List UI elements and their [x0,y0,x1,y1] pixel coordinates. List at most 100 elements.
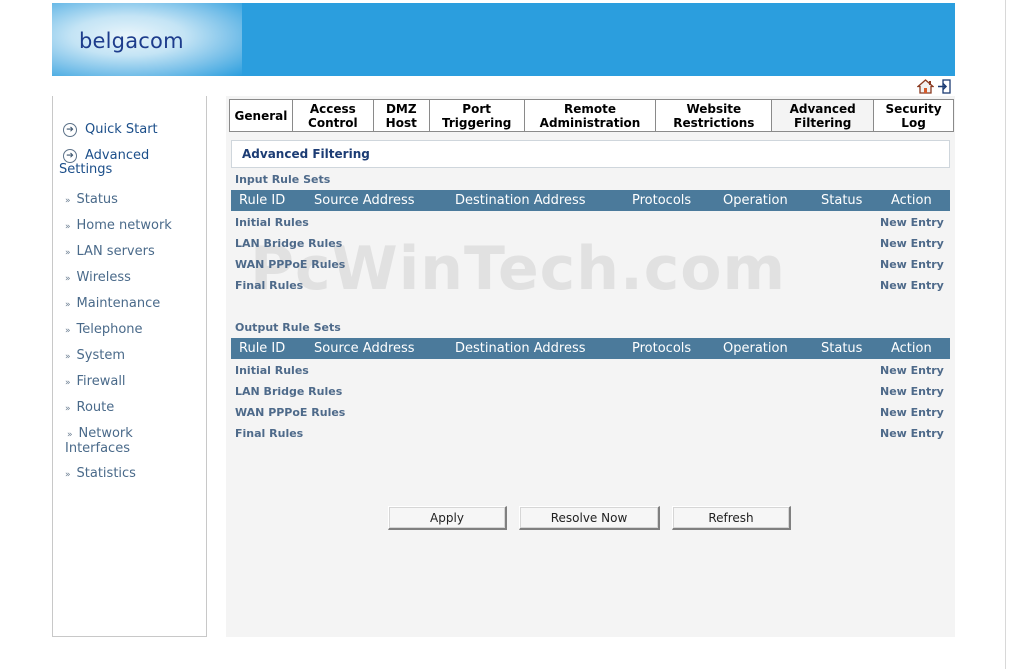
content-area [226,96,955,637]
sidebar-item-system[interactable]: » System [65,349,125,364]
sidebar-item-label: LAN servers [76,244,155,259]
tab-advanced-filtering[interactable]: Advanced Filtering [772,100,875,131]
sidebar-item-home-network[interactable]: » Home network [65,219,172,234]
sidebar-item-label: Statistics [76,466,136,481]
nav-quick-start[interactable]: ➔ Quick Start [63,122,158,137]
tab-remote-administration[interactable]: Remote Administration [525,100,657,131]
input-new-entry-initial[interactable]: New Entry [880,216,944,229]
sidebar-item-status[interactable]: » Status [65,193,118,208]
arrow-circle-icon: ➔ [63,149,77,163]
col-protocols: Protocols [632,193,692,208]
tab-label: Control [308,115,358,130]
chevron-right-icon: » [67,430,73,440]
tab-bar: General Access Control DMZ Host Port Trigge… [229,99,954,132]
input-new-entry-final[interactable]: New Entry [880,279,944,292]
col-action: Action [891,193,932,208]
arrow-circle-icon: ➔ [63,123,77,137]
chevron-right-icon: » [65,326,71,336]
tab-label: Security [885,101,942,116]
tab-label: Administration [539,115,641,130]
col-action: Action [891,341,932,356]
input-rule-final[interactable]: Final Rules [235,279,303,292]
input-rule-lan-bridge[interactable]: LAN Bridge Rules [235,237,342,250]
col-rule-id: Rule ID [239,341,286,356]
section-header: Advanced Filtering [231,140,950,168]
output-new-entry-initial[interactable]: New Entry [880,364,944,377]
tab-website-restrictions[interactable]: Website Restrictions [656,100,773,131]
col-rule-id: Rule ID [239,193,286,208]
input-rule-initial[interactable]: Initial Rules [235,216,309,229]
col-destination-address: Destination Address [455,193,586,208]
output-rule-sets-title: Output Rule Sets [235,321,341,334]
tab-dmz-host[interactable]: DMZ Host [374,100,430,131]
scrollbar[interactable] [1005,0,1022,669]
tab-label: Log [901,115,926,130]
col-protocols: Protocols [632,341,692,356]
output-new-entry-final[interactable]: New Entry [880,427,944,440]
chevron-right-icon: » [65,378,71,388]
tab-port-triggering[interactable]: Port Triggering [430,100,525,131]
brand-logo: belgacom [79,29,184,53]
tab-access-control[interactable]: Access Control [293,100,374,131]
sidebar-item-route[interactable]: » Route [65,401,114,416]
sidebar-item-firewall[interactable]: » Firewall [65,375,126,390]
sidebar-item-label: System [76,348,125,363]
chevron-right-icon: » [65,352,71,362]
tab-label: Advanced [789,101,856,116]
chevron-right-icon: » [65,274,71,284]
resolve-now-button[interactable]: Resolve Now [519,506,660,530]
chevron-right-icon: » [65,470,71,480]
sidebar-item-label: Home network [76,218,172,233]
col-destination-address: Destination Address [455,341,586,356]
output-rule-lan-bridge[interactable]: LAN Bridge Rules [235,385,342,398]
tab-security-log[interactable]: Security Log [874,100,953,131]
input-rules-header: Rule ID Source Address Destination Addre… [231,190,950,211]
sidebar-item-label: Maintenance [76,296,161,311]
output-new-entry-lan-bridge[interactable]: New Entry [880,385,944,398]
input-rule-wan-pppoe[interactable]: WAN PPPoE Rules [235,258,345,271]
input-new-entry-lan-bridge[interactable]: New Entry [880,237,944,250]
sidebar-item-network-interfaces[interactable]: » Network Interfaces [65,427,155,456]
sidebar-item-statistics[interactable]: » Statistics [65,467,136,482]
sidebar-item-label: Wireless [76,270,131,285]
nav-quick-start-label: Quick Start [85,122,158,137]
input-rule-sets-title: Input Rule Sets [235,173,331,186]
tab-label: Remote [563,101,616,116]
page-title: Advanced Filtering [242,147,370,161]
output-rule-final[interactable]: Final Rules [235,427,303,440]
tab-label: Triggering [441,115,512,130]
sidebar: ➔ Quick Start ➔ Advanced Settings » Status … [52,96,207,637]
sidebar-item-maintenance[interactable]: » Maintenance [65,297,160,312]
sidebar-item-label: Network Interfaces [65,426,133,456]
tab-label: Restrictions [673,115,755,130]
chevron-right-icon: » [65,404,71,414]
header-banner: belgacom [52,3,955,76]
tab-general[interactable]: General [230,100,293,131]
output-new-entry-wan-pppoe[interactable]: New Entry [880,406,944,419]
tab-label: Website [686,101,742,116]
col-operation: Operation [723,193,788,208]
col-source-address: Source Address [314,193,415,208]
sidebar-item-wireless[interactable]: » Wireless [65,271,131,286]
tab-label: General [234,108,288,123]
sidebar-item-label: Firewall [76,374,126,389]
tab-label: Access [309,101,356,116]
sidebar-item-label: Route [76,400,115,415]
sidebar-item-lan-servers[interactable]: » LAN servers [65,245,155,260]
output-rule-initial[interactable]: Initial Rules [235,364,309,377]
input-new-entry-wan-pppoe[interactable]: New Entry [880,258,944,271]
chevron-right-icon: » [65,222,71,232]
sidebar-item-label: Status [76,192,118,207]
chevron-right-icon: » [65,196,71,206]
nav-advanced-settings[interactable]: ➔ Advanced Settings [59,149,179,177]
chevron-right-icon: » [65,248,71,258]
tab-label: Filtering [793,115,852,130]
chevron-right-icon: » [65,300,71,310]
tab-label: DMZ [385,101,417,116]
top-icons [916,79,953,95]
sidebar-item-telephone[interactable]: » Telephone [65,323,143,338]
output-rule-wan-pppoe[interactable]: WAN PPPoE Rules [235,406,345,419]
apply-button[interactable]: Apply [388,506,507,530]
col-source-address: Source Address [314,341,415,356]
refresh-button[interactable]: Refresh [672,506,791,530]
